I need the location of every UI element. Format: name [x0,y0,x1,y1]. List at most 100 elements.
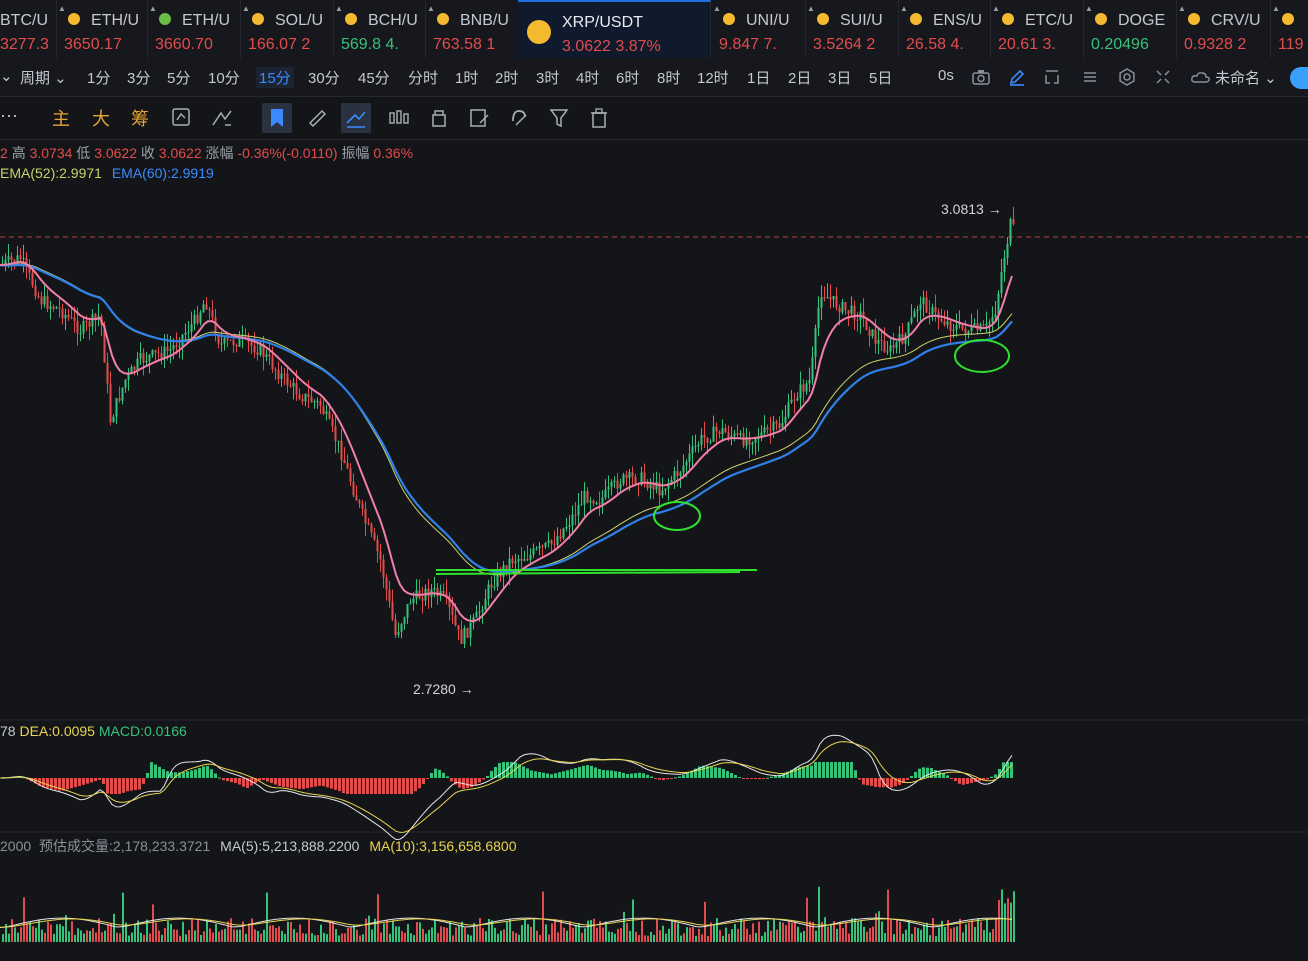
volume-bar [89,930,91,942]
chip-distribution-button[interactable]: 筹 [131,105,149,131]
interval-4[interactable]: 15分 [256,67,294,88]
ticker-item[interactable]: ▲ SOL/U 166.07 2 [240,0,334,58]
interval-1[interactable]: 3分 [127,67,150,88]
ticker-item[interactable]: ▲ ETH/U 3650.17 [56,0,148,58]
candle-body [73,317,76,321]
ticker-item[interactable]: ▲ UNI/U 9.847 7. [711,0,806,58]
ticker-item[interactable]: ▲ SUI/U 3.5264 2 [805,0,899,58]
ticker-item[interactable]: ▲ 119 [1270,0,1308,58]
interval-12[interactable]: 6时 [616,67,639,88]
interval-8[interactable]: 1时 [455,67,478,88]
candle-body [991,317,994,323]
interval-17[interactable]: 3日 [828,67,851,88]
volume-bar [911,933,913,942]
lock-icon[interactable] [424,103,454,133]
ticker-bar: BTC/U 3277.3 ▲ ETH/U 3650.17 ▲ ETH/U 3660.70 ▲ SO… [0,0,1308,59]
volume-bar [932,918,934,942]
fullscreen-icon[interactable] [1153,67,1173,87]
macd-bar [866,778,869,786]
interval-16[interactable]: 2日 [788,67,811,88]
candle-body [685,461,688,466]
cloud-icon[interactable] [1190,67,1210,87]
candle-body [586,491,589,503]
candle-body [691,446,694,454]
gear-icon[interactable] [1117,67,1137,87]
bookmark-icon[interactable] [262,103,292,133]
candle-body [826,297,829,299]
main-indicator-button[interactable]: 主 [52,105,70,131]
interval-13[interactable]: 8时 [657,67,680,88]
volume-bar [395,926,397,942]
volume-bar [239,929,241,942]
candle-body [265,354,268,357]
volume-bar [365,918,367,942]
chevron-icon[interactable]: ⌄ [0,67,13,85]
expand-icon[interactable] [1042,67,1062,87]
candle-body [568,525,571,527]
ticker-item[interactable]: BTC/U 3277.3 [0,0,57,58]
trash-icon[interactable] [584,103,614,133]
macd-bar [70,778,73,789]
candlestick-icon[interactable] [384,103,414,133]
volume-bar [332,921,334,942]
macd-bar [546,773,549,778]
ruler-icon[interactable] [302,103,332,133]
layout-name[interactable]: 未命名 ⌄ [1215,67,1277,88]
interval-2[interactable]: 5分 [167,67,190,88]
candle-body [187,331,190,333]
macd-bar [658,778,661,780]
interval-10[interactable]: 3时 [536,67,559,88]
volume-bar [446,927,448,942]
interval-14[interactable]: 12时 [697,67,729,88]
volume-bar [896,919,898,942]
interval-15[interactable]: 1日 [747,67,770,88]
volume-bar [413,935,415,942]
volume-bar [527,924,529,942]
interval-18[interactable]: 5日 [869,67,892,88]
pencil-icon[interactable] [1007,67,1027,87]
ticker-item[interactable]: ▲ ETH/U 3660.70 [147,0,241,58]
ticker-item[interactable]: ▲ BNB/U 763.58 1 [425,0,519,58]
dea-line [0,741,1013,833]
more-icon[interactable]: ··· [0,105,18,126]
volume-bar [749,934,751,942]
volume-bar [314,935,316,942]
macd-bar [986,778,989,780]
big-order-button[interactable]: 大 [92,105,110,131]
macd-bar [290,778,293,788]
interval-6[interactable]: 45分 [358,67,390,88]
period-selector[interactable]: 周期 ⌄ [20,67,67,88]
draw-line-icon[interactable] [341,103,371,133]
candle-body [988,322,991,324]
magnet-icon[interactable] [504,103,534,133]
indicator-edit-icon[interactable] [207,103,237,133]
interval-5[interactable]: 30分 [308,67,340,88]
ticker-item[interactable]: XRP/USDT 3.0622 3.87% [518,0,711,58]
camera-icon[interactable] [971,67,991,87]
interval-9[interactable]: 2时 [495,67,518,88]
macd-bar [274,778,277,785]
filter-icon[interactable] [544,103,574,133]
ticker-item[interactable]: ▲ ETC/U 20.61 3. [990,0,1084,58]
volume-bar [410,933,412,942]
login-button[interactable] [1290,67,1308,89]
ticker-item[interactable]: ▲ CRV/U 0.9328 2 [1176,0,1271,58]
interval-11[interactable]: 4时 [576,67,599,88]
interval-3[interactable]: 10分 [208,67,240,88]
ticker-item[interactable]: ▲ DOGE 0.20496 [1083,0,1177,58]
list-icon[interactable] [1080,67,1100,87]
ticker-item[interactable]: ▲ ENS/U 26.58 4. [898,0,991,58]
interval-0[interactable]: 1分 [87,67,110,88]
candle-body [331,418,334,427]
ticker-symbol: UNI/U [746,12,790,29]
volume-bar [875,913,877,942]
volume-bar [887,889,889,942]
ticker-item[interactable]: ▲ BCH/U 569.8 4. [333,0,426,58]
volume-bar [176,929,178,942]
macd-readout: 78 DEA:0.0095 MACD:0.0166 [0,723,187,739]
interval-7[interactable]: 分时 [408,67,438,88]
note-edit-icon[interactable] [464,103,494,133]
candle-body [226,338,229,340]
refresh-icon[interactable] [167,103,197,133]
ticker-symbol: ETC/U [1025,12,1073,29]
